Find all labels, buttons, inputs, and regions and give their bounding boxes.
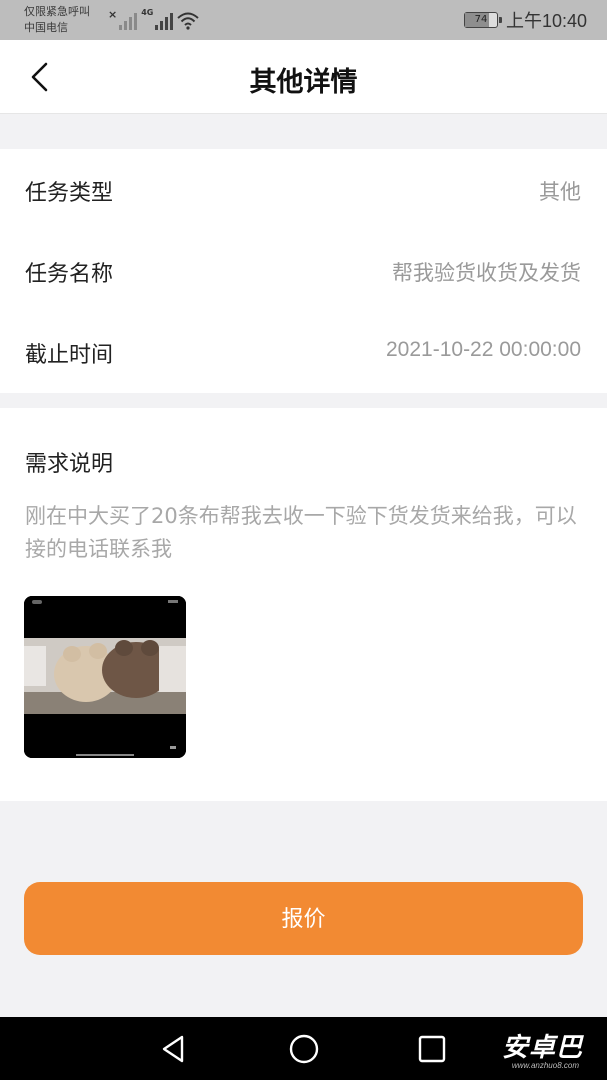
quote-button[interactable]: 报价 (24, 882, 583, 955)
task-info-card: 任务类型 其他 任务名称 帮我验货收货及发货 截止时间 2021-10-22 0… (0, 149, 607, 393)
recents-square-icon (418, 1035, 446, 1063)
battery-icon: 74 (463, 12, 502, 28)
carrier-info: 仅限紧急呼叫 中国电信 (24, 4, 114, 36)
no-sim-icon: × (108, 8, 118, 21)
requirement-title: 需求说明 (25, 452, 114, 477)
carrier-line-2: 中国电信 (24, 21, 68, 34)
info-row-task-name: 任务名称 帮我验货收货及发货 (0, 230, 607, 311)
wifi-icon (177, 12, 200, 30)
info-row-task-type: 任务类型 其他 (0, 149, 607, 230)
attachment-photo[interactable] (24, 596, 186, 758)
page-title: 其他详情 (249, 67, 358, 98)
task-type-value: 其他 (539, 181, 581, 204)
deadline-label: 截止时间 (25, 343, 114, 368)
home-circle-icon (289, 1034, 319, 1064)
clock: 上午10:40 (505, 11, 587, 31)
info-row-deadline: 截止时间 2021-10-22 00:00:00 (0, 311, 607, 392)
signal-bars-icon (119, 12, 138, 30)
system-back-button[interactable] (157, 1032, 191, 1066)
signal-area: × 4G (108, 8, 200, 30)
system-home-button[interactable] (287, 1032, 321, 1066)
task-name-value: 帮我验货收货及发货 (392, 262, 581, 285)
task-name-label: 任务名称 (25, 262, 114, 287)
system-nav-bar: 安卓巴 www.anzhuo8.com (0, 1017, 607, 1080)
watermark-url: www.anzhuo8.com (511, 1061, 579, 1070)
carrier-line-1: 仅限紧急呼叫 (24, 5, 90, 18)
system-recents-button[interactable] (415, 1032, 449, 1066)
photo-image (24, 596, 186, 758)
back-triangle-icon (162, 1035, 184, 1063)
deadline-value: 2021-10-22 00:00:00 (386, 338, 581, 361)
nav-bar: 其他详情 (0, 40, 607, 114)
network-type: 4G (141, 8, 154, 17)
task-type-label: 任务类型 (25, 181, 114, 206)
requirement-text: 刚在中大买了20条布帮我去收一下验下货发货来给我，可以接的电话联系我 (25, 504, 577, 561)
signal-bars-icon (155, 12, 174, 30)
status-bar: 仅限紧急呼叫 中国电信 × 4G 74 上午10:40 (0, 0, 607, 40)
battery-level: 74 (474, 14, 488, 25)
status-right: 74 上午10:40 (463, 8, 587, 32)
watermark-logo: 安卓巴 (501, 1033, 583, 1063)
requirement-card: 需求说明 刚在中大买了20条布帮我去收一下验下货发货来给我，可以接的电话联系我 (0, 408, 607, 801)
